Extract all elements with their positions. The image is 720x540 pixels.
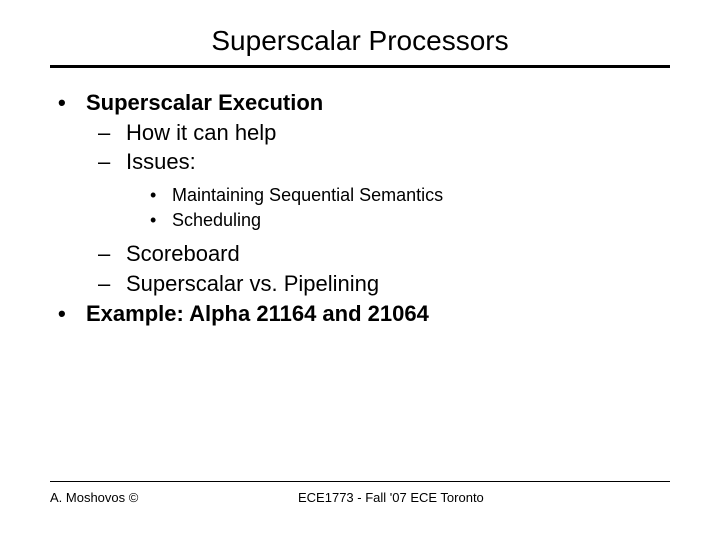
list-item-text: Maintaining Sequential Semantics	[172, 183, 443, 208]
bullet-dot-icon: •	[150, 208, 172, 233]
bullet-dash-icon: –	[98, 147, 126, 177]
list-item: • Scheduling	[150, 208, 670, 233]
list-item-text: Superscalar vs. Pipelining	[126, 269, 379, 299]
bullet-dot-icon: •	[150, 183, 172, 208]
list-item-text: Scoreboard	[126, 239, 240, 269]
list-item: – How it can help	[98, 118, 670, 148]
bullet-dot-icon: •	[58, 88, 86, 118]
list-item-text: How it can help	[126, 118, 276, 148]
list-item: – Issues:	[98, 147, 670, 177]
slide-title: Superscalar Processors	[50, 25, 670, 68]
list-item: • Example: Alpha 21164 and 21064	[58, 299, 670, 329]
list-item: – Superscalar vs. Pipelining	[98, 269, 670, 299]
footer-course: ECE1773 - Fall '07 ECE Toronto	[298, 490, 670, 505]
slide-footer: A. Moshovos © ECE1773 - Fall '07 ECE Tor…	[50, 481, 670, 505]
list-item-text: Superscalar Execution	[86, 88, 323, 118]
list-item-text: Issues:	[126, 147, 196, 177]
slide-content: • Superscalar Execution – How it can hel…	[50, 88, 670, 329]
bullet-dash-icon: –	[98, 118, 126, 148]
list-item: • Superscalar Execution	[58, 88, 670, 118]
bullet-dash-icon: –	[98, 269, 126, 299]
bullet-dot-icon: •	[58, 299, 86, 329]
footer-author: A. Moshovos ©	[50, 490, 298, 505]
list-item: • Maintaining Sequential Semantics	[150, 183, 670, 208]
bullet-dash-icon: –	[98, 239, 126, 269]
list-item-text: Example: Alpha 21164 and 21064	[86, 299, 429, 329]
list-item-text: Scheduling	[172, 208, 261, 233]
list-item: – Scoreboard	[98, 239, 670, 269]
